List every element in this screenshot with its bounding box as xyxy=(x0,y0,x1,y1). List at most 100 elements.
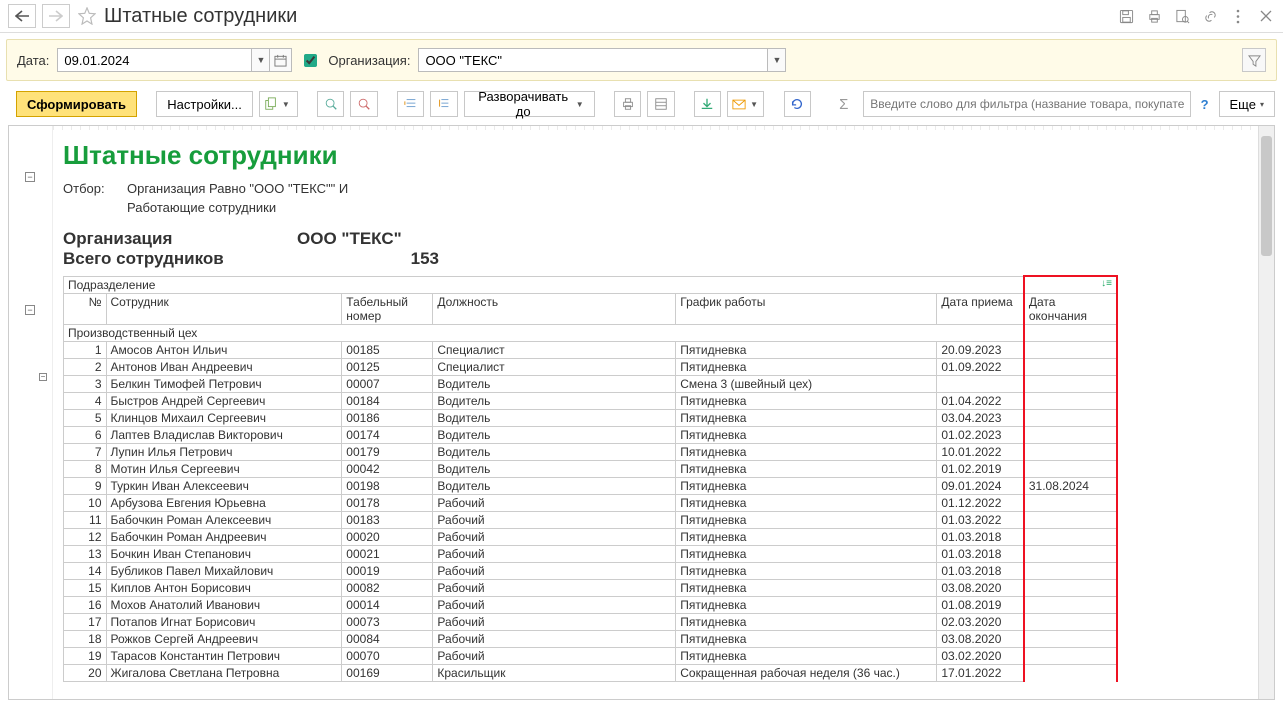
cell-name: Лаптев Владислав Викторович xyxy=(106,426,342,443)
cell-name: Амосов Антон Ильич xyxy=(106,341,342,358)
print-button[interactable] xyxy=(614,91,641,117)
table-row[interactable]: 12Бабочкин Роман Андреевич00020РабочийПя… xyxy=(64,528,1118,545)
more-action[interactable] xyxy=(1229,7,1247,25)
forward-button[interactable] xyxy=(42,4,70,28)
send-button[interactable]: ▼ xyxy=(727,91,764,117)
print-action[interactable] xyxy=(1145,7,1163,25)
expand-all-button[interactable] xyxy=(430,91,457,117)
table-row[interactable]: 10Арбузова Евгения Юрьевна00178РабочийПя… xyxy=(64,494,1118,511)
col-hire[interactable]: Дата приема xyxy=(937,293,1024,324)
favorite-button[interactable] xyxy=(76,5,98,27)
report-area[interactable]: Штатные сотрудники Отбор: Организация Ра… xyxy=(53,126,1274,699)
table-row[interactable]: 15Киплов Антон Борисович00082РабочийПяти… xyxy=(64,579,1118,596)
more-button[interactable]: Еще ▾ xyxy=(1219,91,1275,117)
org-label: Организация: xyxy=(328,53,410,68)
table-row[interactable]: 6Лаптев Владислав Викторович00174Водител… xyxy=(64,426,1118,443)
col-num[interactable]: № xyxy=(64,293,107,324)
vertical-scrollbar[interactable] xyxy=(1258,126,1274,699)
cell-name: Туркин Иван Алексеевич xyxy=(106,477,342,494)
cell-hire: 01.08.2019 xyxy=(937,596,1024,613)
cell-tab: 00020 xyxy=(342,528,433,545)
cell-pos: Рабочий xyxy=(433,596,676,613)
form-report-button[interactable]: Сформировать xyxy=(16,91,137,117)
cell-sched: Пятидневка xyxy=(676,511,937,528)
outline-collapse-1[interactable]: − xyxy=(25,172,35,182)
help-button[interactable]: ? xyxy=(1197,97,1213,112)
sum-button[interactable]: Σ xyxy=(830,91,857,117)
cell-sched: Смена 3 (швейный цех) xyxy=(676,375,937,392)
table-row[interactable]: 1Амосов Антон Ильич00185СпециалистПятидн… xyxy=(64,341,1118,358)
table-row[interactable]: 3Белкин Тимофей Петрович00007ВодительСме… xyxy=(64,375,1118,392)
table-row[interactable]: 2Антонов Иван Андреевич00125СпециалистПя… xyxy=(64,358,1118,375)
close-action[interactable] xyxy=(1257,7,1275,25)
refresh-button[interactable] xyxy=(784,91,811,117)
table-row[interactable]: 16Мохов Анатолий Иванович00014РабочийПят… xyxy=(64,596,1118,613)
date-dropdown-button[interactable]: ▼ xyxy=(252,48,270,72)
department-row[interactable]: Производственный цех xyxy=(64,324,1118,341)
expand-to-button[interactable]: Разворачивать до ▼ xyxy=(464,91,595,117)
col-tabnum[interactable]: Табельный номер xyxy=(342,293,433,324)
table-row[interactable]: 17Потапов Игнат Борисович00073РабочийПят… xyxy=(64,613,1118,630)
cell-name: Бубликов Павел Михайлович xyxy=(106,562,342,579)
outline-collapse-2[interactable]: − xyxy=(25,305,35,315)
table-row[interactable]: 7Лупин Илья Петрович00179ВодительПятидне… xyxy=(64,443,1118,460)
page-search-icon xyxy=(1175,9,1190,24)
table-row[interactable]: 9Туркин Иван Алексеевич00198ВодительПяти… xyxy=(64,477,1118,494)
expand-to-label: Разворачивать до xyxy=(475,89,572,119)
cell-num: 5 xyxy=(64,409,107,426)
org-checkbox[interactable] xyxy=(304,54,317,67)
table-row[interactable]: 14Бубликов Павел Михайлович00019РабочийП… xyxy=(64,562,1118,579)
sort-icon: ↓≡ xyxy=(1101,278,1112,289)
find-button[interactable] xyxy=(317,91,344,117)
cell-hire: 01.03.2018 xyxy=(937,545,1024,562)
find-next-button[interactable] xyxy=(350,91,377,117)
preview-action[interactable] xyxy=(1173,7,1191,25)
register-button[interactable] xyxy=(647,91,674,117)
link-action[interactable] xyxy=(1201,7,1219,25)
col-position[interactable]: Должность xyxy=(433,293,676,324)
table-row[interactable]: 13Бочкин Иван Степанович00021РабочийПяти… xyxy=(64,545,1118,562)
cell-pos: Рабочий xyxy=(433,630,676,647)
calendar-icon xyxy=(274,54,287,67)
table-row[interactable]: 8Мотин Илья Сергеевич00042ВодительПятидн… xyxy=(64,460,1118,477)
filter-input[interactable] xyxy=(863,91,1190,117)
scrollbar-thumb[interactable] xyxy=(1261,136,1272,256)
cell-name: Тарасов Константин Петрович xyxy=(106,647,342,664)
filter-funnel-button[interactable] xyxy=(1242,48,1266,72)
cell-tab: 00082 xyxy=(342,579,433,596)
cell-pos: Водитель xyxy=(433,409,676,426)
cell-tab: 00070 xyxy=(342,647,433,664)
date-input[interactable] xyxy=(57,48,252,72)
cell-hire: 01.02.2019 xyxy=(937,460,1024,477)
col-schedule[interactable]: График работы xyxy=(676,293,937,324)
chevron-down-icon: ▼ xyxy=(576,100,584,109)
summary-total-val: 153 xyxy=(297,249,439,269)
back-button[interactable] xyxy=(8,4,36,28)
settings-button[interactable]: Настройки... xyxy=(156,91,253,117)
outline-collapse-3[interactable]: − xyxy=(39,373,47,381)
cell-num: 4 xyxy=(64,392,107,409)
org-input[interactable] xyxy=(418,48,768,72)
variants-button[interactable]: ▼ xyxy=(259,91,298,117)
org-dropdown-button[interactable]: ▼ xyxy=(768,48,786,72)
cell-name: Быстров Андрей Сергеевич xyxy=(106,392,342,409)
table-row[interactable]: 5Клинцов Михаил Сергеевич00186ВодительПя… xyxy=(64,409,1118,426)
table-row[interactable]: 4Быстров Андрей Сергеевич00184ВодительПя… xyxy=(64,392,1118,409)
funnel-icon xyxy=(1248,54,1261,67)
col-end[interactable]: Дата окончания xyxy=(1024,293,1117,324)
save-action[interactable] xyxy=(1117,7,1135,25)
table-row[interactable]: 19Тарасов Константин Петрович00070Рабочи… xyxy=(64,647,1118,664)
chevron-down-icon: ▼ xyxy=(750,100,758,109)
save-report-button[interactable] xyxy=(694,91,721,117)
cell-pos: Специалист xyxy=(433,358,676,375)
cell-sched: Пятидневка xyxy=(676,579,937,596)
cell-sched: Пятидневка xyxy=(676,596,937,613)
toolbar: Сформировать Настройки... ▼ Разворачиват… xyxy=(0,87,1283,125)
table-row[interactable]: 20Жигалова Светлана Петровна00169Красиль… xyxy=(64,664,1118,681)
table-row[interactable]: 11Бабочкин Роман Алексеевич00183РабочийП… xyxy=(64,511,1118,528)
date-calendar-button[interactable] xyxy=(270,48,292,72)
cell-end xyxy=(1024,358,1117,375)
table-row[interactable]: 18Рожков Сергей Андреевич00084РабочийПят… xyxy=(64,630,1118,647)
collapse-all-button[interactable] xyxy=(397,91,424,117)
col-employee[interactable]: Сотрудник xyxy=(106,293,342,324)
